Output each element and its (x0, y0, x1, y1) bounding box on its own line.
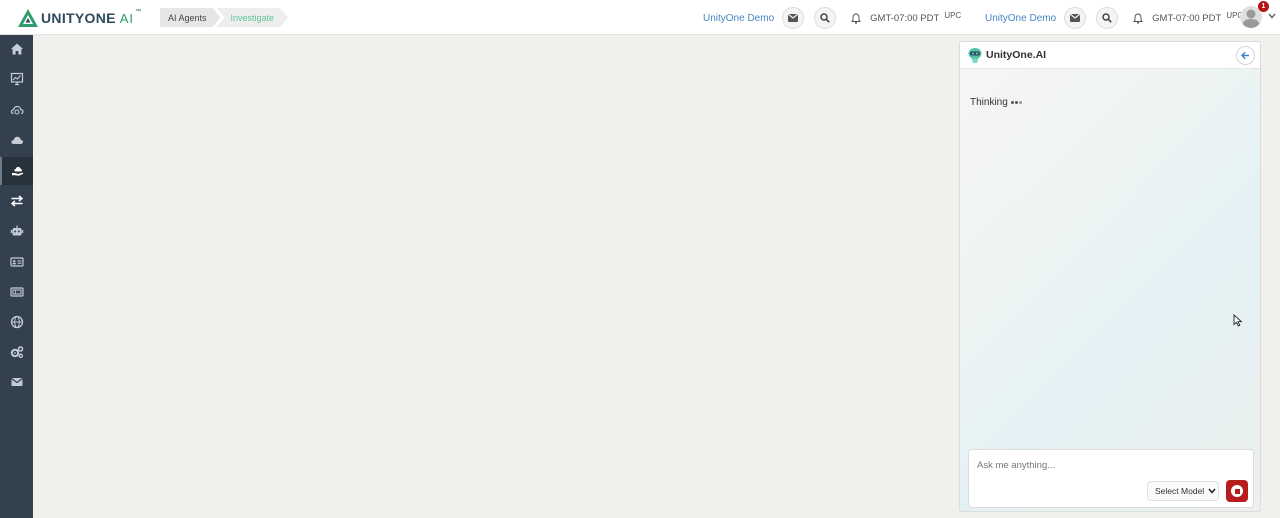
account-link[interactable]: UnityOne Demo (985, 13, 1056, 24)
cloud-icon (10, 136, 23, 144)
chat-title: UnityOne.AI (986, 49, 1047, 61)
notification-badge: 1 (1258, 1, 1269, 12)
sidebar-item-transfer[interactable] (0, 187, 33, 215)
cloud-sync-icon (10, 105, 24, 115)
timezone-label: GMT-07:00 PDT (870, 12, 940, 24)
sidebar-item-messages[interactable] (0, 368, 33, 396)
account-link[interactable]: UnityOne Demo (703, 13, 774, 24)
envelope-icon (10, 378, 23, 386)
envelope-icon (788, 14, 799, 22)
sidebar-item-cloud-sync[interactable] (0, 96, 33, 124)
sidebar-item-cloud-services[interactable] (0, 157, 33, 185)
model-select-label: Select Model (1155, 486, 1205, 496)
back-button[interactable] (1236, 46, 1255, 65)
ticket-icon (9, 287, 24, 297)
bell-icon (1133, 12, 1144, 24)
sidebar-item-home[interactable] (0, 35, 33, 63)
sidebar (0, 35, 33, 518)
sidebar-item-ticket[interactable] (0, 278, 33, 306)
sidebar-item-monitor[interactable] (0, 65, 33, 93)
top-header: UNITYONE AI ™ AI Agents Investigate Unit… (0, 0, 1280, 35)
user-code: UPC (944, 10, 962, 20)
robot-icon (10, 225, 23, 236)
model-select[interactable]: Select Model (1147, 481, 1219, 501)
chevron-down-icon (1208, 488, 1216, 494)
mouse-cursor-icon (1233, 314, 1243, 327)
unityone-logo[interactable]: UNITYONE AI ™ (18, 8, 141, 28)
arrow-left-icon (1241, 51, 1249, 60)
thinking-indicator: Thinking (970, 97, 1023, 108)
breadcrumb-ai-agents[interactable]: AI Agents (160, 8, 221, 27)
sidebar-item-settings[interactable] (0, 338, 33, 366)
messages-button[interactable] (782, 7, 805, 29)
logo-trademark: ™ (135, 9, 142, 15)
sidebar-item-ai-agents[interactable] (0, 217, 33, 245)
ai-chat-panel: UnityOne.AI Thinking Ask me anything... … (959, 41, 1261, 512)
breadcrumb-investigate[interactable]: Investigate (217, 8, 289, 27)
globe-icon (10, 315, 23, 329)
breadcrumb: AI Agents Investigate (160, 8, 288, 27)
cloud-hand-icon (11, 166, 23, 176)
sidebar-item-cloud[interactable] (0, 126, 33, 154)
bell-icon (851, 12, 862, 24)
header-group-2: UnityOne Demo GMT-07:00 PDT UPC (985, 7, 1243, 29)
stop-icon (1231, 485, 1243, 497)
sidebar-item-network[interactable] (0, 308, 33, 336)
loading-dots-icon (1010, 101, 1023, 104)
monitor-chart-icon (10, 72, 23, 86)
logo-brand-text: UNITYONE (41, 10, 116, 26)
stop-button[interactable] (1226, 480, 1248, 502)
search-icon (1102, 13, 1112, 23)
search-button[interactable] (814, 7, 837, 29)
logo-triangle-icon (18, 9, 38, 27)
search-icon (820, 13, 830, 23)
header-group-1: UnityOne Demo GMT-07:00 PDT UPC (703, 7, 961, 29)
id-card-icon (9, 257, 24, 267)
chat-input[interactable]: Ask me anything... (977, 460, 1055, 471)
notifications-button[interactable] (1132, 12, 1144, 24)
envelope-icon (1070, 14, 1081, 22)
messages-button[interactable] (1064, 7, 1087, 29)
home-icon (10, 43, 23, 55)
sidebar-item-id-card[interactable] (0, 248, 33, 276)
gears-icon (10, 346, 23, 359)
notifications-button[interactable] (850, 12, 862, 24)
thinking-text: Thinking (970, 97, 1008, 108)
chevron-down-icon[interactable] (1268, 13, 1276, 19)
chat-input-area[interactable]: Ask me anything... Select Model (968, 449, 1254, 508)
ai-bot-icon (968, 48, 982, 63)
chat-header: UnityOne.AI (960, 42, 1260, 69)
search-button[interactable] (1096, 7, 1119, 29)
transfer-arrows-icon (10, 195, 23, 207)
logo-ai-text: AI (119, 10, 135, 26)
timezone-label: GMT-07:00 PDT (1152, 12, 1222, 24)
